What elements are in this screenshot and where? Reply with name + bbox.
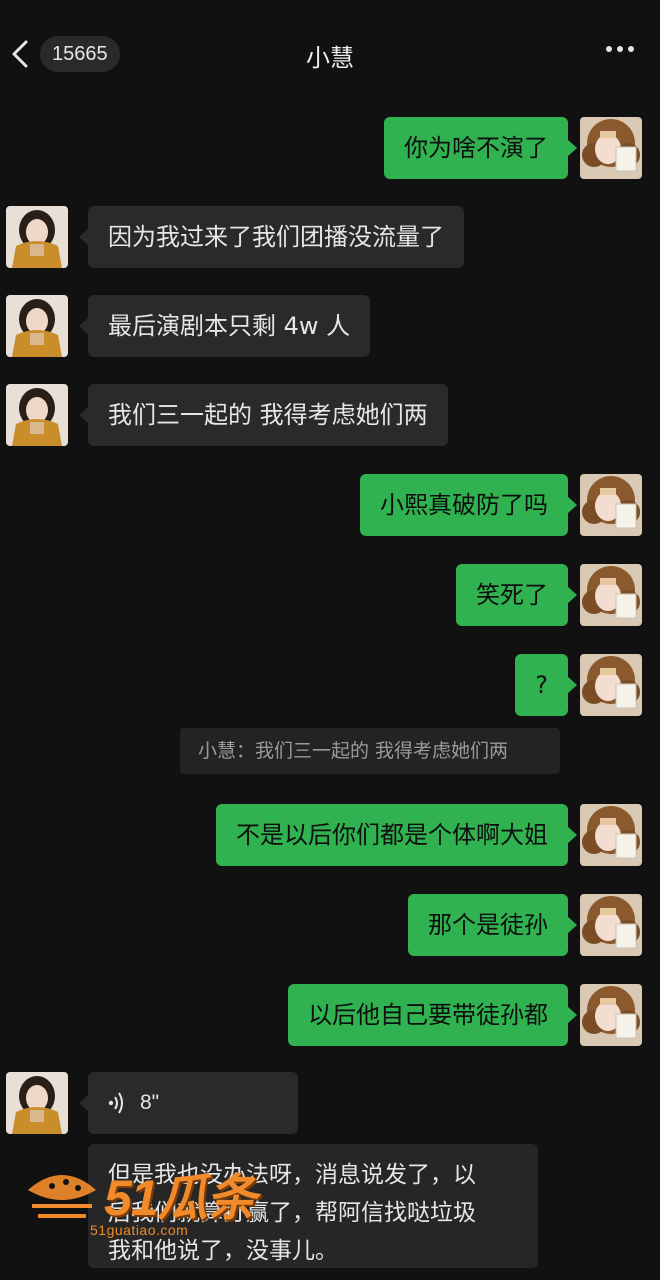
message-bubble-outgoing[interactable]: 笑死了 bbox=[456, 564, 577, 626]
my-avatar[interactable] bbox=[580, 894, 642, 956]
more-options-button[interactable] bbox=[606, 46, 634, 52]
my-avatar[interactable] bbox=[580, 564, 642, 626]
contact-avatar[interactable] bbox=[6, 384, 68, 446]
voice-duration: 8" bbox=[140, 1091, 160, 1114]
watermark-brand: 51瓜条 bbox=[104, 1170, 257, 1226]
message-bubble-incoming[interactable]: 最后演剧本只剩 4w 人 bbox=[78, 295, 371, 357]
message-bubble-outgoing[interactable]: 小熙真破防了吗 bbox=[360, 474, 577, 536]
message-bubble-outgoing[interactable]: ? bbox=[515, 654, 577, 716]
contact-avatar[interactable] bbox=[6, 206, 68, 268]
chat-title: 小慧 bbox=[306, 44, 354, 72]
watermark-url: 51guatiao.com bbox=[90, 1222, 189, 1238]
chat-header: 15665 小慧 bbox=[0, 0, 660, 100]
more-dot-icon bbox=[606, 46, 612, 52]
voice-wave-icon bbox=[108, 1092, 123, 1114]
my-avatar[interactable] bbox=[580, 117, 642, 179]
watermark-logo: 51瓜条 51guatiao.com bbox=[22, 1150, 262, 1260]
my-avatar[interactable] bbox=[580, 654, 642, 716]
my-avatar[interactable] bbox=[580, 474, 642, 536]
message-bubble-outgoing[interactable]: 以后他自己要带徒孙都 bbox=[288, 984, 577, 1046]
voice-message-bubble[interactable]: 8" bbox=[79, 1072, 298, 1134]
message-bubble-outgoing[interactable]: 那个是徒孙 bbox=[408, 894, 577, 956]
more-dot-icon bbox=[617, 46, 623, 52]
quoted-message[interactable]: 小慧：我们三一起的 我得考虑她们两 bbox=[180, 728, 560, 774]
message-bubble-outgoing[interactable]: 你为啥不演了 bbox=[384, 117, 577, 179]
my-avatar[interactable] bbox=[580, 804, 642, 866]
message-bubble-incoming[interactable]: 我们三一起的 我得考虑她们两 bbox=[79, 384, 448, 446]
my-avatar[interactable] bbox=[580, 984, 642, 1046]
message-bubble-incoming[interactable]: 因为我过来了我们团播没流量了 bbox=[79, 206, 464, 268]
message-bubble-outgoing[interactable]: 不是以后你们都是个体啊大姐 bbox=[216, 804, 577, 866]
contact-avatar[interactable] bbox=[6, 295, 68, 357]
contact-avatar[interactable] bbox=[6, 1072, 68, 1134]
more-dot-icon bbox=[628, 46, 634, 52]
